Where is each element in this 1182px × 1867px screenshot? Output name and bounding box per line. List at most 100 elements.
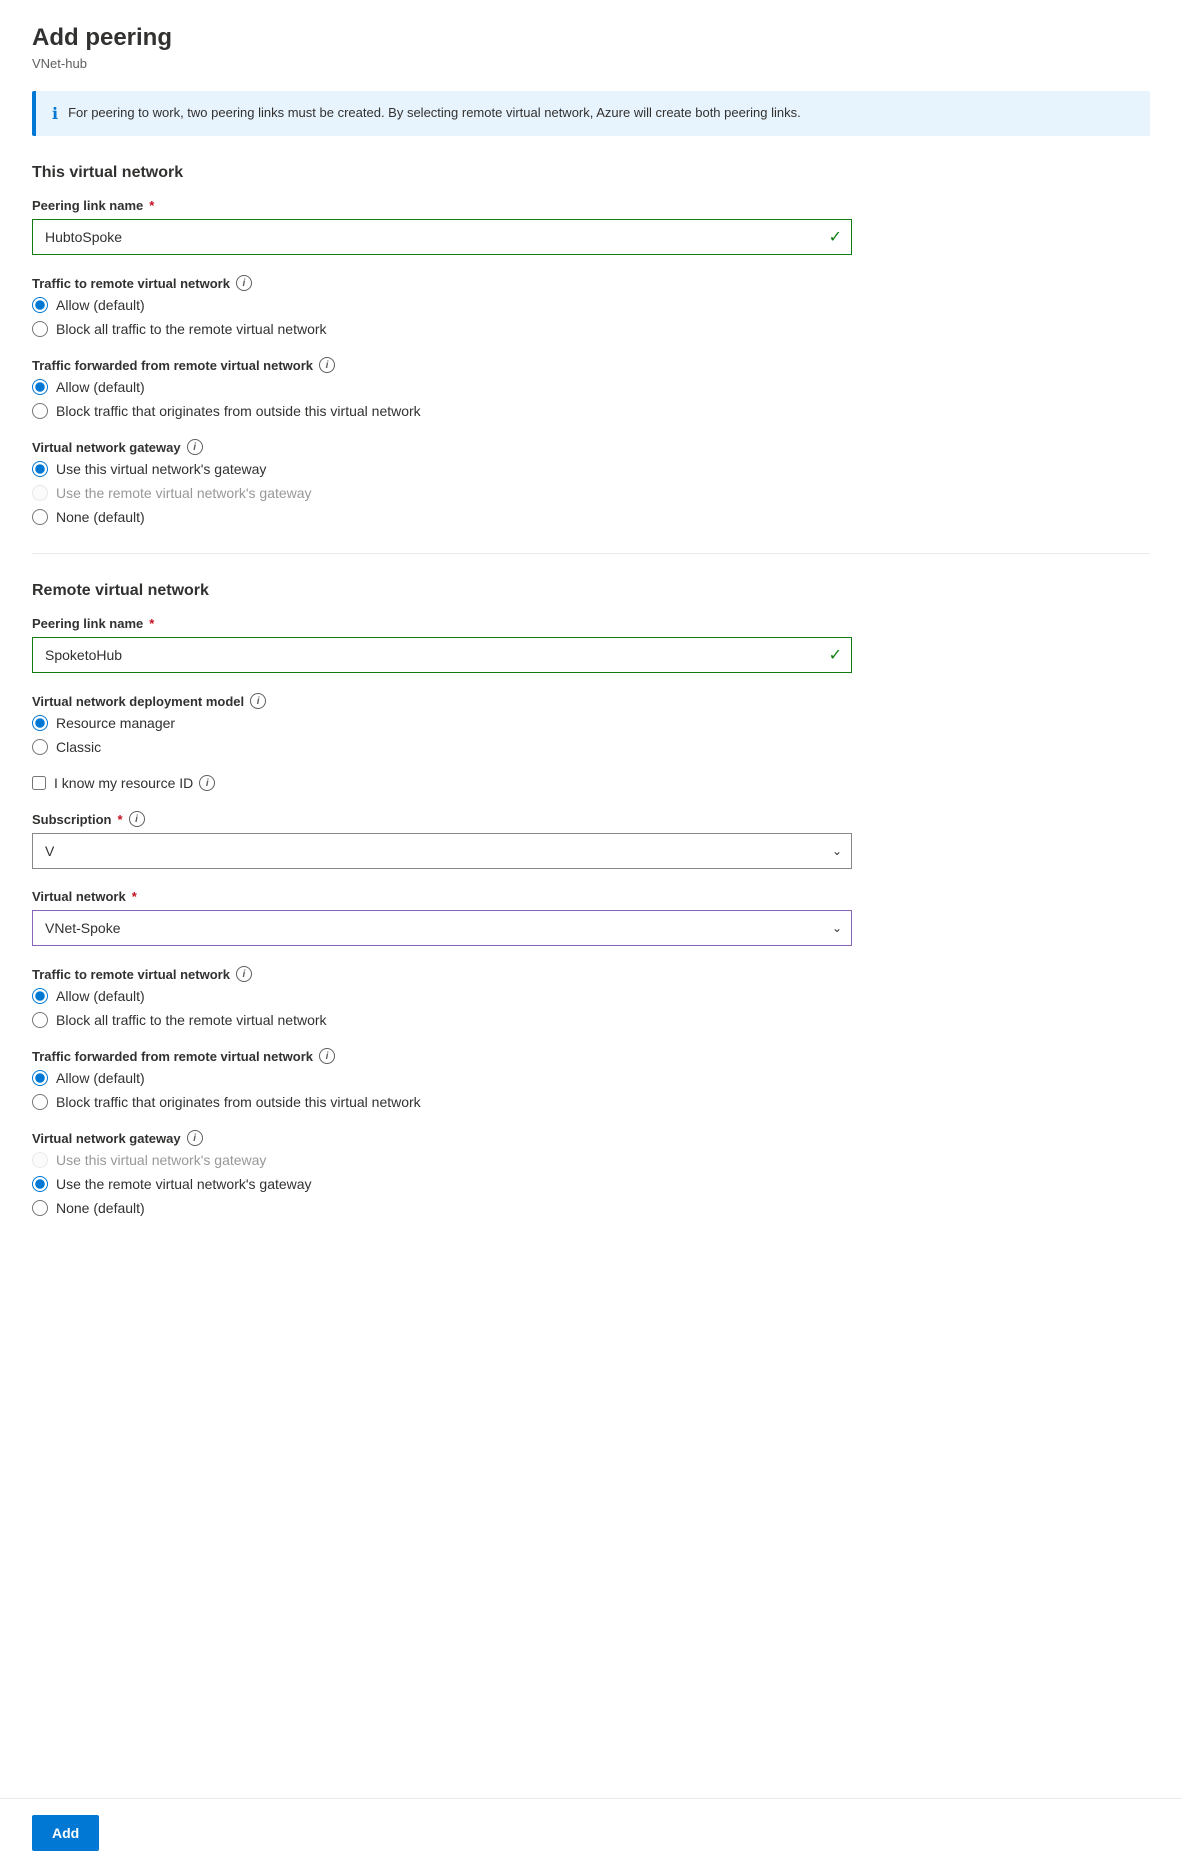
remote-vn-gateway-this-label: Use this virtual network's gateway	[56, 1152, 266, 1168]
page-title: Add peering	[32, 24, 1150, 52]
subscription-required-star: *	[117, 812, 122, 827]
this-vn-traffic-block-option[interactable]: Block all traffic to the remote virtual …	[32, 321, 1150, 337]
this-vn-gateway-info-icon[interactable]: i	[187, 439, 203, 455]
add-button[interactable]: Add	[32, 1815, 99, 1851]
remote-vn-gateway-remote-option[interactable]: Use the remote virtual network's gateway	[32, 1176, 1150, 1192]
this-vn-traffic-forwarded-radio-group: Allow (default) Block traffic that origi…	[32, 379, 1150, 419]
remote-vn-gateway-remote-radio[interactable]	[32, 1176, 48, 1192]
page-subtitle: VNet-hub	[32, 56, 1150, 71]
remote-vn-traffic-allow-option[interactable]: Allow (default)	[32, 988, 1150, 1004]
remote-vn-deployment-label: Virtual network deployment model i	[32, 693, 1150, 709]
resource-id-info-icon[interactable]: i	[199, 775, 215, 791]
remote-vn-classic-option[interactable]: Classic	[32, 739, 1150, 755]
this-vn-fwd-block-radio[interactable]	[32, 403, 48, 419]
this-vn-traffic-forwarded-label: Traffic forwarded from remote virtual ne…	[32, 357, 1150, 373]
this-vn-gateway-none-radio[interactable]	[32, 509, 48, 525]
remote-vn-traffic-remote-info-icon[interactable]: i	[236, 966, 252, 982]
remote-vn-rm-label: Resource manager	[56, 715, 175, 731]
this-vn-traffic-block-label: Block all traffic to the remote virtual …	[56, 321, 327, 337]
remote-vn-gateway-field: Virtual network gateway i Use this virtu…	[32, 1130, 1150, 1216]
remote-vn-traffic-allow-radio[interactable]	[32, 988, 48, 1004]
remote-virtual-network-section: Remote virtual network Peering link name…	[32, 582, 1150, 1216]
remote-vn-traffic-block-radio[interactable]	[32, 1012, 48, 1028]
this-vn-fwd-allow-radio[interactable]	[32, 379, 48, 395]
this-vn-traffic-forwarded-info-icon[interactable]: i	[319, 357, 335, 373]
virtual-network-field: Virtual network * VNet-Spoke ⌄	[32, 889, 1150, 946]
remote-vn-peering-link-input-wrapper: ✓	[32, 637, 852, 673]
this-vn-gateway-remote-label: Use the remote virtual network's gateway	[56, 485, 312, 501]
remote-vn-rm-option[interactable]: Resource manager	[32, 715, 1150, 731]
page-container: Add peering VNet-hub ℹ For peering to wo…	[0, 0, 1182, 1867]
this-vn-traffic-forwarded-field: Traffic forwarded from remote virtual ne…	[32, 357, 1150, 419]
remote-vn-fwd-block-option[interactable]: Block traffic that originates from outsi…	[32, 1094, 1150, 1110]
this-vn-fwd-allow-option[interactable]: Allow (default)	[32, 379, 1150, 395]
resource-id-checkbox[interactable]	[32, 776, 46, 790]
this-vn-traffic-block-radio[interactable]	[32, 321, 48, 337]
remote-vn-fwd-allow-radio[interactable]	[32, 1070, 48, 1086]
remote-vn-traffic-remote-field: Traffic to remote virtual network i Allo…	[32, 966, 1150, 1028]
subscription-info-icon[interactable]: i	[129, 811, 145, 827]
remote-vn-traffic-block-option[interactable]: Block all traffic to the remote virtual …	[32, 1012, 1150, 1028]
remote-vn-gateway-this-radio	[32, 1152, 48, 1168]
remote-vn-gateway-radio-group: Use this virtual network's gateway Use t…	[32, 1152, 1150, 1216]
info-banner: ℹ For peering to work, two peering links…	[32, 91, 1150, 136]
this-vn-traffic-allow-radio[interactable]	[32, 297, 48, 313]
this-vn-peering-link-check-icon: ✓	[829, 227, 842, 247]
remote-vn-fwd-allow-option[interactable]: Allow (default)	[32, 1070, 1150, 1086]
remote-vn-gateway-remote-label: Use the remote virtual network's gateway	[56, 1176, 312, 1192]
remote-vn-gateway-this-option: Use this virtual network's gateway	[32, 1152, 1150, 1168]
this-vn-peering-link-input-wrapper: ✓	[32, 219, 852, 255]
remote-vn-traffic-forwarded-radio-group: Allow (default) Block traffic that origi…	[32, 1070, 1150, 1110]
required-star: *	[149, 198, 154, 213]
remote-vn-gateway-info-icon[interactable]: i	[187, 1130, 203, 1146]
this-vn-gateway-radio-group: Use this virtual network's gateway Use t…	[32, 461, 1150, 525]
remote-vn-traffic-allow-label: Allow (default)	[56, 988, 145, 1004]
remote-vn-peering-link-check-icon: ✓	[829, 645, 842, 665]
subscription-label: Subscription * i	[32, 811, 1150, 827]
remote-vn-classic-radio[interactable]	[32, 739, 48, 755]
this-vn-peering-link-field: Peering link name * ✓	[32, 198, 1150, 255]
remote-vn-traffic-forwarded-field: Traffic forwarded from remote virtual ne…	[32, 1048, 1150, 1110]
remote-vn-deployment-field: Virtual network deployment model i Resou…	[32, 693, 1150, 755]
remote-vn-fwd-block-radio[interactable]	[32, 1094, 48, 1110]
this-virtual-network-section: This virtual network Peering link name *…	[32, 164, 1150, 525]
remote-vn-fwd-allow-label: Allow (default)	[56, 1070, 145, 1086]
this-vn-traffic-allow-label: Allow (default)	[56, 297, 145, 313]
info-banner-icon: ℹ	[52, 104, 58, 124]
remote-vn-rm-radio[interactable]	[32, 715, 48, 731]
remote-vn-peering-link-field: Peering link name * ✓	[32, 616, 1150, 673]
this-vn-peering-link-input[interactable]	[32, 219, 852, 255]
remote-vn-gateway-none-radio[interactable]	[32, 1200, 48, 1216]
this-vn-fwd-block-label: Block traffic that originates from outsi…	[56, 403, 421, 419]
subscription-select[interactable]: V	[32, 833, 852, 869]
remote-vn-deployment-radio-group: Resource manager Classic	[32, 715, 1150, 755]
this-vn-gateway-remote-option: Use the remote virtual network's gateway	[32, 485, 1150, 501]
this-vn-peering-link-label: Peering link name *	[32, 198, 1150, 213]
this-vn-fwd-allow-label: Allow (default)	[56, 379, 145, 395]
this-vn-traffic-allow-option[interactable]: Allow (default)	[32, 297, 1150, 313]
this-vn-gateway-label: Virtual network gateway i	[32, 439, 1150, 455]
resource-id-option[interactable]: I know my resource ID i	[32, 775, 1150, 791]
remote-vn-gateway-none-option[interactable]: None (default)	[32, 1200, 1150, 1216]
remote-vn-peering-link-label: Peering link name *	[32, 616, 1150, 631]
subscription-select-wrapper: V ⌄	[32, 833, 852, 869]
remote-vn-classic-label: Classic	[56, 739, 101, 755]
this-vn-gateway-field: Virtual network gateway i Use this virtu…	[32, 439, 1150, 525]
remote-vn-peering-link-input[interactable]	[32, 637, 852, 673]
this-vn-fwd-block-option[interactable]: Block traffic that originates from outsi…	[32, 403, 1150, 419]
resource-id-label: I know my resource ID i	[54, 775, 215, 791]
this-vn-gateway-this-label: Use this virtual network's gateway	[56, 461, 266, 477]
footer-bar: Add	[0, 1798, 1182, 1867]
remote-vn-section-title: Remote virtual network	[32, 582, 1150, 600]
this-vn-gateway-this-option[interactable]: Use this virtual network's gateway	[32, 461, 1150, 477]
remote-vn-traffic-block-label: Block all traffic to the remote virtual …	[56, 1012, 327, 1028]
remote-vn-deployment-info-icon[interactable]: i	[250, 693, 266, 709]
this-vn-traffic-remote-info-icon[interactable]: i	[236, 275, 252, 291]
virtual-network-required-star: *	[132, 889, 137, 904]
this-vn-gateway-none-option[interactable]: None (default)	[32, 509, 1150, 525]
remote-vn-traffic-remote-label: Traffic to remote virtual network i	[32, 966, 1150, 982]
this-vn-traffic-remote-radio-group: Allow (default) Block all traffic to the…	[32, 297, 1150, 337]
this-vn-gateway-this-radio[interactable]	[32, 461, 48, 477]
virtual-network-select[interactable]: VNet-Spoke	[32, 910, 852, 946]
remote-vn-traffic-forwarded-info-icon[interactable]: i	[319, 1048, 335, 1064]
